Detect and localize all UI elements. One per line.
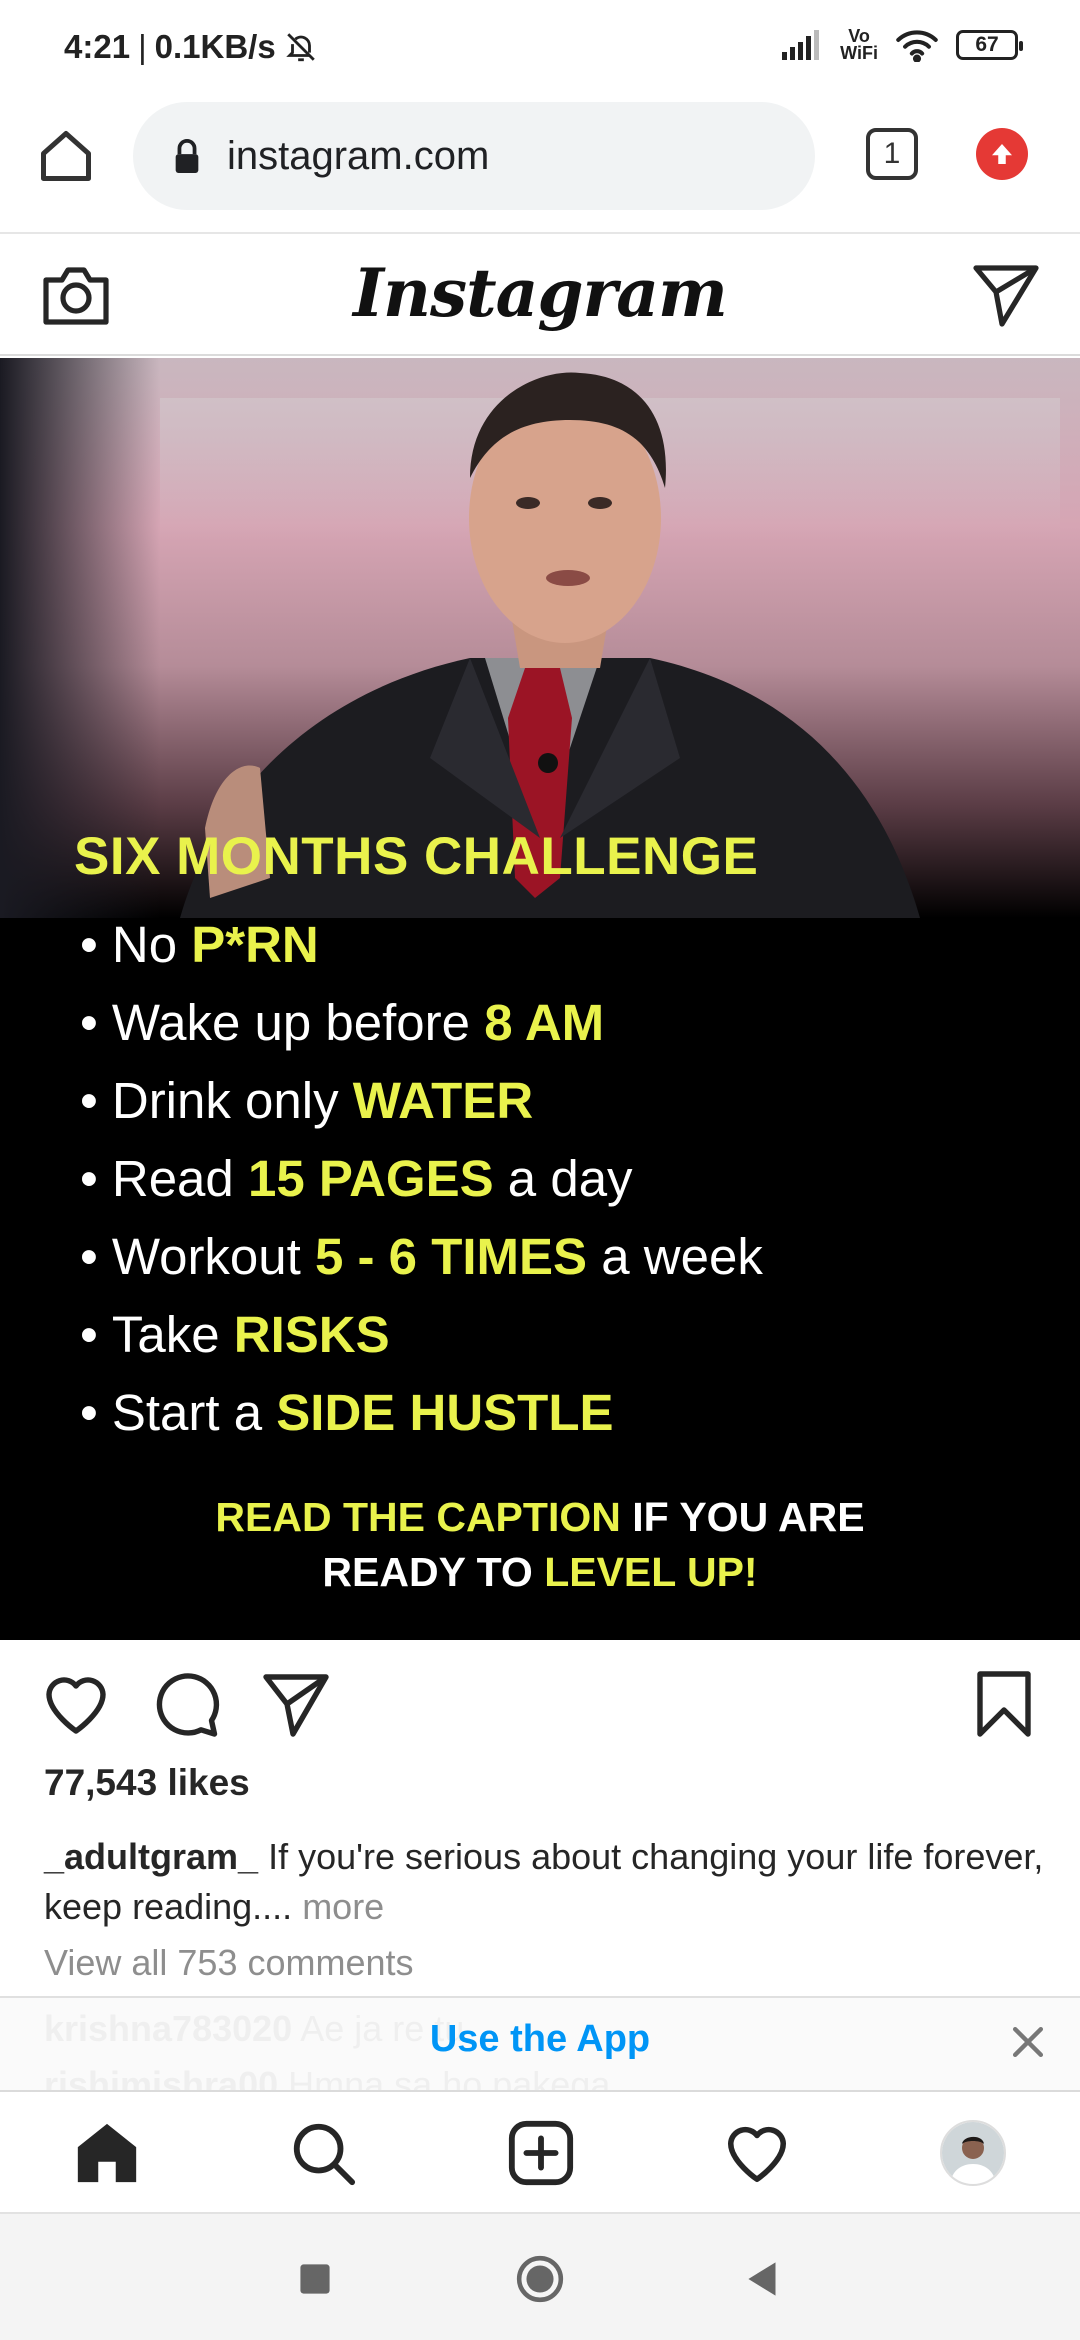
status-bar: 4:21 | 0.1KB/s Vo WiFi 67 (0, 0, 1080, 100)
direct-message-icon[interactable] (972, 262, 1040, 328)
status-left: 4:21 | 0.1KB/s (64, 28, 318, 66)
item-text: No (111, 916, 178, 973)
challenge-item: • Drink only WATER (80, 1072, 534, 1129)
view-all-comments-link[interactable]: View all 753 comments (44, 1942, 414, 1984)
challenge-item: • Take RISKS (80, 1306, 390, 1363)
post-actions (0, 1668, 1080, 1748)
item-highlight: 8 AM (484, 994, 605, 1051)
vowifi-line2: WiFi (840, 43, 878, 63)
android-navigation-bar (0, 2212, 1080, 2340)
challenge-list: • No P*RN • Wake up before 8 AM • Drink onl… (80, 906, 763, 1452)
home-feed-icon[interactable] (72, 2118, 142, 2188)
item-text: Read (111, 1150, 234, 1207)
challenge-item: • Workout 5 - 6 TIMES a week (80, 1228, 763, 1285)
new-post-icon[interactable] (506, 2118, 576, 2188)
update-arrow-icon (992, 144, 1012, 164)
item-suffix: a week (601, 1228, 763, 1285)
challenge-title: SIX MONTHS CHALLENGE (74, 827, 759, 886)
address-bar[interactable]: instagram.com (133, 102, 815, 210)
cta-text-2: READY TO (322, 1549, 533, 1595)
back-icon[interactable] (738, 2254, 788, 2304)
share-icon[interactable] (260, 1668, 332, 1740)
challenge-item: • Wake up before 8 AM (80, 994, 605, 1051)
wifi-icon (896, 30, 938, 62)
tabs-icon[interactable]: 1 (866, 128, 918, 180)
caption-more-link[interactable]: more (302, 1886, 384, 1927)
post-caption: _adultgram_ If you're serious about chan… (44, 1832, 1044, 1932)
recents-icon[interactable] (290, 2254, 340, 2304)
cta-line-1: READ THE CAPTION IF YOU ARE (0, 1490, 1080, 1545)
browser-toolbar: instagram.com 1 (0, 100, 1080, 234)
cta-text-1: IF YOU ARE (632, 1494, 865, 1540)
avatar[interactable] (940, 2120, 1006, 2186)
bookmark-icon[interactable] (968, 1668, 1040, 1740)
call-to-action: READ THE CAPTION IF YOU ARE READY TO LEV… (0, 1490, 1080, 1600)
vowifi-indicator: Vo WiFi (840, 27, 878, 63)
use-app-banner[interactable]: krishna783020 Ae ja re tu rishimishra00 … (0, 1996, 1080, 2090)
heart-icon[interactable] (40, 1668, 112, 1740)
comment-text: Hmna sa ho pakega (288, 2064, 611, 2090)
status-right: Vo WiFi 67 (780, 27, 1023, 63)
challenge-item: • No P*RN (80, 916, 319, 973)
instagram-header: Instagram (0, 236, 1080, 356)
cta-highlight-1: READ THE CAPTION (215, 1494, 621, 1540)
item-highlight: SIDE HUSTLE (276, 1384, 614, 1441)
item-text: Take (111, 1306, 220, 1363)
network-speed: 0.1KB/s (154, 28, 276, 65)
cta-highlight-2: LEVEL UP! (544, 1549, 758, 1595)
lock-icon (175, 139, 199, 173)
cta-line-2: READY TO LEVEL UP! (0, 1545, 1080, 1600)
item-text: Drink only (111, 1072, 339, 1129)
close-icon[interactable] (1006, 2020, 1050, 2064)
url-text: instagram.com (227, 133, 490, 178)
comment-icon[interactable] (150, 1668, 222, 1740)
status-separator: | (138, 28, 147, 65)
instagram-logo[interactable]: Instagram (0, 254, 1080, 332)
signal-icon (782, 30, 820, 60)
faded-comment: rishimishra00 Hmna sa ho pakega (44, 2064, 610, 2090)
home-circle-icon[interactable] (515, 2254, 565, 2304)
caption-username[interactable]: _adultgram_ (44, 1836, 258, 1877)
post-image[interactable]: SIX MONTHS CHALLENGE • No P*RN • Wake up b… (0, 358, 1080, 1640)
status-time: 4:21 (64, 28, 131, 65)
challenge-item: • Read 15 PAGES a day (80, 1150, 633, 1207)
instagram-bottom-nav (0, 2090, 1080, 2212)
home-icon[interactable] (36, 126, 96, 186)
avatar-image (942, 2122, 1004, 2184)
challenge-item: • Start a SIDE HUSTLE (80, 1384, 614, 1441)
item-text: Wake up before (111, 994, 471, 1051)
update-icon[interactable] (976, 128, 1028, 180)
item-suffix: a day (507, 1150, 633, 1207)
item-text: Start a (111, 1384, 263, 1441)
bell-off-icon (285, 33, 315, 62)
search-icon[interactable] (288, 2118, 358, 2188)
item-highlight: 15 PAGES (247, 1150, 494, 1207)
item-text: Workout (111, 1228, 301, 1285)
battery-indicator: 67 (956, 30, 1023, 60)
item-highlight: RISKS (233, 1306, 390, 1363)
use-app-link[interactable]: Use the App (0, 2018, 1080, 2061)
activity-icon[interactable] (722, 2118, 792, 2188)
item-highlight: WATER (352, 1072, 534, 1129)
item-highlight: P*RN (191, 916, 319, 973)
likes-count[interactable]: 77,543 likes (44, 1762, 250, 1804)
item-highlight: 5 - 6 TIMES (315, 1228, 588, 1285)
comment-username: rishimishra00 (44, 2064, 279, 2090)
